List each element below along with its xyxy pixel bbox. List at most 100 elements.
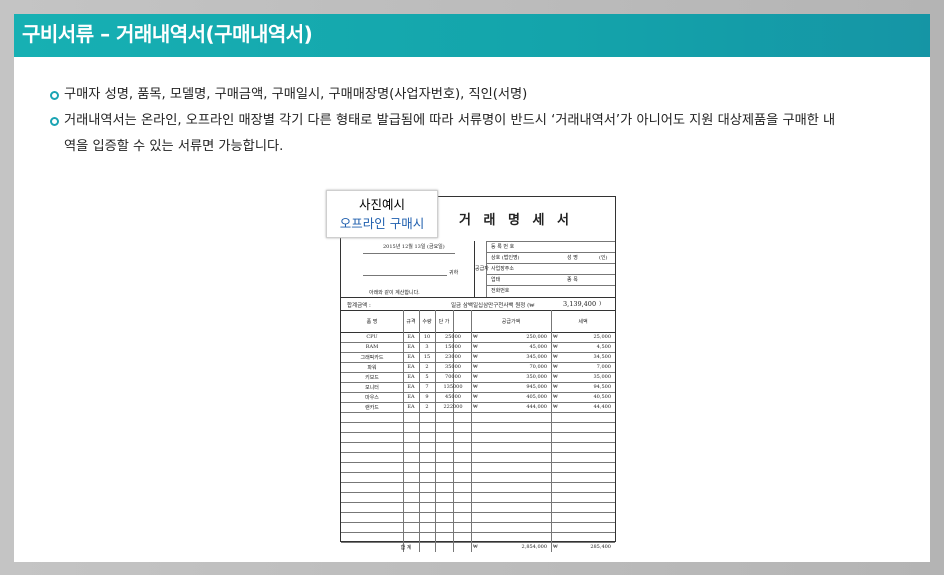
column-header: 수량: [422, 319, 432, 325]
item-unit: EA: [407, 374, 415, 380]
item-tax: 94,500: [593, 384, 612, 390]
item-name: 그래픽카드: [360, 355, 384, 361]
table-row-line: [341, 492, 615, 493]
currency-mark: ₩: [473, 374, 478, 380]
table-row-line: [341, 532, 615, 533]
total-top-line: [341, 297, 615, 298]
table-row-line: [341, 482, 615, 483]
item-qty: 3: [425, 344, 429, 350]
currency-mark: ₩: [473, 384, 478, 390]
item-name: RAM: [365, 344, 379, 350]
currency-mark: ₩: [473, 354, 478, 360]
total-bottom-line: [341, 310, 615, 311]
item-tax: 25,000: [593, 334, 612, 340]
item-supply: 350,000: [526, 374, 547, 380]
table-row-line: [341, 472, 615, 473]
column-header: 세액: [578, 319, 588, 325]
table-row-line: [341, 422, 615, 423]
currency-mark: ₩: [553, 364, 558, 370]
item-qty: 15: [423, 354, 431, 360]
column-header: 품 명: [366, 319, 378, 325]
recipient-suffix: 귀하: [449, 270, 459, 276]
sample-document: 거 래 명 세 서 2015년 12월 13일 (금요일) 귀하 아래와 같이 …: [326, 190, 616, 552]
item-qty: 10: [423, 334, 431, 340]
currency-mark: ₩: [473, 344, 478, 350]
sample-caption-line1: 사진예시: [358, 197, 405, 212]
transaction-statement-image: 거 래 명 세 서 2015년 12월 13일 (금요일) 귀하 아래와 같이 …: [340, 196, 616, 552]
bullet-item-required-info: 구매자 성명, 품목, 모델명, 구매금액, 구매일시, 구매매장명(사업자번호…: [50, 82, 910, 108]
supplier-row-line: [486, 241, 615, 242]
table-row-line: [341, 352, 615, 353]
item-unit: EA: [407, 364, 415, 370]
table-row-line: [341, 452, 615, 453]
table-row-line: [341, 522, 615, 523]
supplier-row-line: [486, 263, 615, 264]
supplier-field: 상호 (법인명): [491, 255, 520, 261]
table-row-line: [341, 462, 615, 463]
item-supply: 70,000: [529, 364, 548, 370]
bullet-circle-icon: [50, 91, 59, 100]
item-price: 135000: [443, 384, 463, 390]
item-supply: 45,000: [529, 344, 548, 350]
date-underline: [363, 253, 455, 254]
item-qty: 5: [425, 374, 429, 380]
item-supply: 405,000: [526, 394, 547, 400]
item-qty: 7: [425, 384, 429, 390]
bullet-circle-icon: [50, 117, 59, 126]
supplier-extra: 종 목: [567, 277, 578, 283]
sum-tax: 285,400: [590, 544, 611, 550]
item-price: 15000: [445, 344, 461, 350]
calculation-note: 아래와 같이 계산합니다.: [369, 290, 420, 296]
supplier-row-line: [486, 252, 615, 253]
item-price: 23000: [445, 354, 461, 360]
item-unit: EA: [407, 354, 415, 360]
document-title: 거 래 명 세 서: [459, 213, 573, 228]
total-close: ): [599, 301, 602, 307]
supplier-field: 등 록 번 호: [491, 244, 515, 250]
item-price: 35000: [445, 364, 461, 370]
item-tax: 44,400: [593, 404, 612, 410]
currency-mark: ₩: [473, 334, 478, 340]
supplier-row-line: [486, 274, 615, 275]
item-qty: 2: [425, 404, 429, 410]
currency-mark: ₩: [553, 344, 558, 350]
document-date: 2015년 12월 13일 (금요일): [383, 244, 445, 250]
item-name: 파워: [367, 365, 377, 371]
supplier-label: 공급자: [475, 266, 489, 272]
table-row-line: [341, 512, 615, 513]
item-unit: EA: [407, 384, 415, 390]
currency-mark: ₩: [553, 354, 558, 360]
table-column-line: [471, 310, 472, 552]
item-name: 마우스: [365, 395, 379, 401]
total-value: 3,139,400: [563, 300, 597, 308]
bullet-item-document-note: 거래내역서는 온라인, 오프라인 매장별 각기 다른 형태로 발급됨에 따라 서…: [50, 108, 910, 160]
item-unit: EA: [407, 394, 415, 400]
table-row-line: [341, 542, 615, 543]
sum-label: 합 계: [400, 545, 412, 551]
item-unit: EA: [407, 404, 415, 410]
item-qty: 2: [425, 364, 429, 370]
item-unit: EA: [407, 344, 415, 350]
item-qty: 9: [425, 394, 429, 400]
content-panel: 구비서류 – 거래내역서(구매내역서) 구매자 성명, 품목, 모델명, 구매금…: [14, 14, 930, 562]
total-text: 일금 삼백일십삼만구천사백 원정 (₩: [451, 303, 535, 309]
supplier-row-line: [486, 285, 615, 286]
table-column-line: [551, 310, 552, 552]
table-row-line: [341, 432, 615, 433]
table-row-line: [341, 442, 615, 443]
item-tax: 35,000: [593, 374, 612, 380]
item-price: 45000: [445, 394, 461, 400]
item-price: 25000: [445, 334, 461, 340]
item-tax: 34,500: [593, 354, 612, 360]
currency-mark: ₩: [553, 394, 558, 400]
table-row-line: [341, 342, 615, 343]
currency-mark: ₩: [553, 384, 558, 390]
item-tax: 4,500: [596, 344, 611, 350]
supplier-field: 업태: [491, 277, 501, 283]
section-title: 구비서류 – 거래내역서(구매내역서): [22, 22, 313, 46]
supplier-field: 사업장주소: [491, 266, 515, 272]
item-supply: 345,000: [526, 354, 547, 360]
item-tax: 7,000: [596, 364, 611, 370]
supplier-extra: (인): [599, 255, 608, 261]
bullet-text-line1: 거래내역서는 온라인, 오프라인 매장별 각기 다른 형태로 발급됨에 따라 서…: [64, 113, 836, 128]
